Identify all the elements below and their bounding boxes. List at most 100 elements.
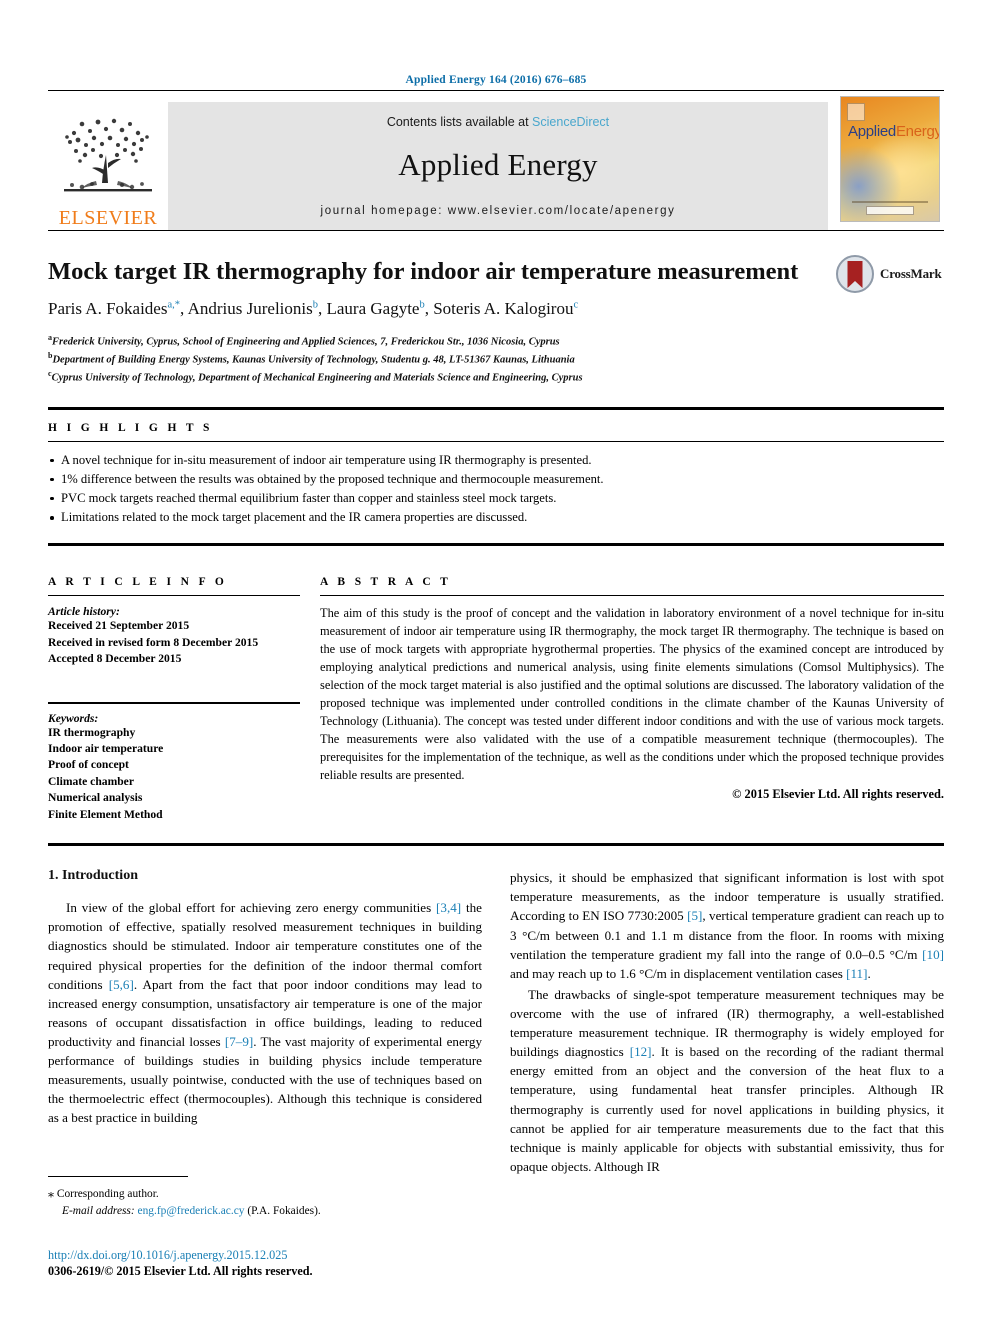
info-abstract-top-rule [48,543,944,547]
abstract-text: The aim of this study is the proof of co… [320,606,944,783]
article-history-heading: Article history: [48,605,120,619]
journal-masthead: ELSEVIER Contents lists available at Sci… [48,96,944,230]
highlights-section: H I G H L I G H T S A novel technique fo… [48,406,944,528]
crossmark-circle-icon [836,255,874,293]
abstract-rule [320,595,944,597]
author-affiliation-mark: b [419,299,425,311]
article-info-column: A R T I C L E I N F O Article history: R… [48,564,320,823]
abstract-copyright: © 2015 Elsevier Ltd. All rights reserved… [732,787,944,802]
body-column-right: physics, it should be emphasized that si… [510,868,944,1178]
citation-link[interactable]: [5] [687,908,702,923]
body-top-rule [48,843,944,847]
info-abstract-section: A R T I C L E I N F O Article history: R… [48,564,944,823]
article-info-rule [48,595,300,597]
footnote-rule [48,1176,188,1177]
keyword-item[interactable]: Proof of concept [48,757,300,773]
paragraph: The drawbacks of single-spot temperature… [510,985,944,1176]
author-name: Laura Gagyte [326,298,420,318]
keywords-block: Keywords: IR thermography Indoor air tem… [48,701,300,824]
author-item[interactable]: Andrius Jurelionisb [188,299,318,318]
crossmark-label: CrossMark [880,266,942,281]
affiliation-item: bDepartment of Building Energy Systems, … [48,350,944,368]
author-item[interactable]: Soteris A. Kalogirouc [433,299,578,318]
article-page: Applied Energy 164 (2016) 676–685 ELSEVI… [0,0,992,1323]
issn-copyright-line: 0306-2619/© 2015 Elsevier Ltd. All right… [48,1264,313,1278]
elsevier-wordmark: ELSEVIER [58,207,158,229]
citation-link[interactable]: [7–9] [225,1034,253,1049]
affiliation-item: aFrederick University, Cyprus, School of… [48,332,944,350]
author-item[interactable]: Laura Gagyteb [326,299,424,318]
email-line: E-mail address: eng.fp@frederick.ac.cy (… [48,1203,468,1220]
paragraph-text: In view of the global effort for achievi… [48,900,482,1126]
running-head: Applied Energy 164 (2016) 676–685 [405,74,587,86]
body-columns: 1. Introduction In view of the global ef… [48,868,944,1178]
corresponding-author-line: ⁎ Corresponding author. [48,1184,468,1203]
keyword-item[interactable]: Finite Element Method [48,807,300,823]
author-item[interactable]: Paris A. Fokaidesa,* [48,299,180,318]
paragraph-text: physics, it should be emphasized that si… [510,870,945,981]
paragraph: In view of the global effort for achievi… [48,898,482,1127]
sciencedirect-link[interactable]: ScienceDirect [532,115,609,129]
cover-title: AppliedEnergy [848,123,940,140]
body-column-left: 1. Introduction In view of the global ef… [48,868,482,1178]
doi-link[interactable]: http://dx.doi.org/10.1016/j.apenergy.201… [48,1248,468,1263]
paragraph: physics, it should be emphasized that si… [510,868,944,983]
list-item: 1% difference between the results was ob… [48,470,944,489]
journal-title: Applied Energy [398,147,598,182]
affiliation-text: Frederick University, Cyprus, School of … [52,336,560,348]
contents-prefix: Contents lists available at [386,115,533,129]
email-link[interactable]: eng.fp@frederick.ac.cy [138,1205,245,1217]
abstract-heading: A B S T R A C T [320,576,452,589]
citation-link[interactable]: [11] [846,966,867,981]
affiliation-list: aFrederick University, Cyprus, School of… [48,332,944,387]
keyword-item[interactable]: Climate chamber [48,774,300,790]
corresponding-author-text: Corresponding author. [56,1188,159,1200]
email-label: E-mail address: [62,1205,135,1218]
keyword-item[interactable]: Numerical analysis [48,790,300,806]
abstract-column: A B S T R A C T The aim of this study is… [320,564,944,823]
cover-image: AppliedEnergy [840,96,940,222]
cover-footer-marks [846,201,934,215]
cover-elsevier-mark-icon [847,103,865,121]
list-item: A novel technique for in-situ measuremen… [48,451,944,470]
crossmark-bookmark-icon [847,261,863,288]
keywords-heading: Keywords: [48,711,99,725]
citation-link[interactable]: [5,6] [109,977,134,992]
paragraph-text: The drawbacks of single-spot temperature… [510,986,944,1174]
citation-link[interactable]: [12] [630,1044,652,1059]
section-heading-introduction: 1. Introduction [48,868,138,884]
corresponding-author-mark: ⁎ [48,1186,54,1200]
citation-link[interactable]: [10] [922,947,944,962]
author-name: Paris A. Fokaides [48,298,168,318]
journal-cover-thumbnail: AppliedEnergy [840,96,944,230]
keyword-item[interactable]: IR thermography [48,725,300,741]
masthead-bottom-rule [48,230,944,231]
keyword-item[interactable]: Indoor air temperature [48,741,300,757]
citation-link[interactable]: [3,4] [436,900,461,915]
page-title: Mock target IR thermography for indoor a… [48,258,799,285]
author-list: Paris A. Fokaidesa,*, Andrius Jurelionis… [48,298,579,318]
highlights-divider-rule [48,440,944,442]
list-item: Limitations related to the mock target p… [48,508,944,527]
cover-title-word2: Energy [895,123,940,140]
masthead-top-rule [48,90,944,91]
author-name: Andrius Jurelionis [187,298,313,318]
author-name: Soteris A. Kalogirou [433,298,574,318]
contents-available-line: Contents lists available at ScienceDirec… [387,115,609,129]
journal-homepage-link[interactable]: journal homepage: www.elsevier.com/locat… [321,205,676,217]
highlights-list: A novel technique for in-situ measuremen… [48,451,944,528]
article-info-heading: A R T I C L E I N F O [48,576,228,589]
journal-band: Contents lists available at ScienceDirec… [168,102,828,230]
footnote-block: ⁎ Corresponding author. E-mail address: … [48,1176,468,1220]
author-affiliation-mark: c [573,299,579,311]
author-affiliation-mark: a,* [167,299,181,311]
crossmark-badge[interactable]: CrossMark [836,251,944,297]
article-history-item: Received in revised form 8 December 2015 [48,635,259,649]
title-block: CrossMark Mock target IR thermography fo… [48,255,944,387]
elsevier-logo: ELSEVIER [48,102,168,230]
highlights-heading: H I G H L I G H T S [48,421,213,434]
email-suffix: (P.A. Fokaides). [247,1205,321,1218]
author-affiliation-mark: b [312,299,318,311]
affiliation-text: Cyprus University of Technology, Departm… [51,372,583,384]
elsevier-tree-icon [64,118,152,192]
